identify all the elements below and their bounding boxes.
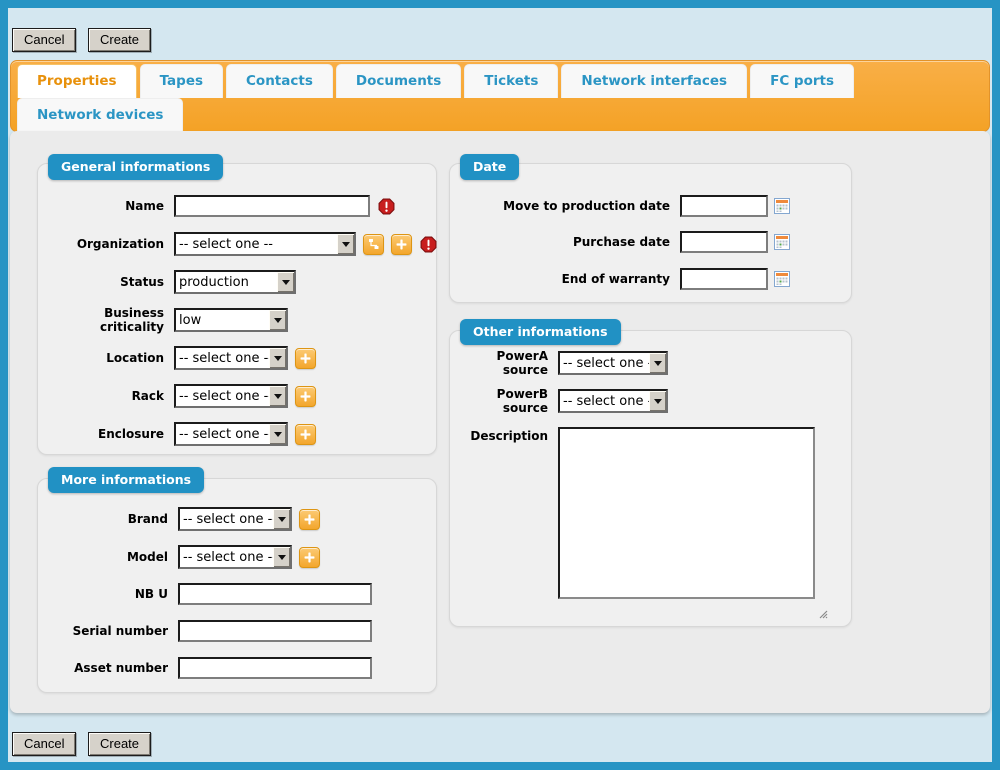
status-select[interactable]: production xyxy=(174,270,296,294)
tab-tickets[interactable]: Tickets xyxy=(464,64,558,98)
location-select[interactable]: -- select one -- xyxy=(174,346,288,370)
chevron-down-icon xyxy=(337,234,354,254)
section-title-general: General informations xyxy=(48,154,223,180)
section-title-other: Other informations xyxy=(460,319,621,345)
rack-add-button[interactable] xyxy=(295,386,316,407)
date-fieldset: Date Move to production date Purchase da… xyxy=(449,163,852,303)
plus-icon xyxy=(300,353,311,364)
chevron-down-icon xyxy=(269,424,286,444)
calendar-icon xyxy=(774,271,790,287)
location-add-button[interactable] xyxy=(295,348,316,369)
location-label: Location xyxy=(46,351,164,365)
rack-select[interactable]: -- select one -- xyxy=(174,384,288,408)
powerb-source-select[interactable]: -- select one -- xyxy=(558,389,668,413)
model-label: Model xyxy=(46,550,168,564)
create-button-bottom[interactable]: Create xyxy=(88,732,151,756)
tab-documents[interactable]: Documents xyxy=(336,64,461,98)
plus-icon xyxy=(300,391,311,402)
status-label: Status xyxy=(46,275,164,289)
tab-properties[interactable]: Properties xyxy=(17,64,137,98)
general-informations-fieldset: General informations Name Organization -… xyxy=(37,163,437,455)
calendar-icon xyxy=(774,198,790,214)
brand-select[interactable]: -- select one -- xyxy=(178,507,292,531)
model-add-button[interactable] xyxy=(299,547,320,568)
chevron-down-icon xyxy=(277,272,294,292)
name-input[interactable] xyxy=(174,195,370,217)
application-window: Cancel Create Properties Tapes Contacts … xyxy=(0,0,1000,770)
tab-network-interfaces[interactable]: Network interfaces xyxy=(561,64,747,98)
tab-bar: Properties Tapes Contacts Documents Tick… xyxy=(10,60,990,132)
chevron-down-icon xyxy=(269,386,286,406)
brand-add-button[interactable] xyxy=(299,509,320,530)
tab-content-panel: General informations Name Organization -… xyxy=(10,131,990,713)
chevron-down-icon xyxy=(269,348,286,368)
resize-grip-icon[interactable] xyxy=(819,604,828,623)
organization-select[interactable]: -- select one -- xyxy=(174,232,356,256)
tab-fc-ports[interactable]: FC ports xyxy=(750,64,854,98)
section-title-more: More informations xyxy=(48,467,204,493)
create-button-top[interactable]: Create xyxy=(88,28,151,52)
mandatory-icon xyxy=(378,198,395,215)
rack-label: Rack xyxy=(46,389,164,403)
org-hierarchy-icon xyxy=(368,238,380,250)
mandatory-icon xyxy=(420,236,437,253)
powerb-source-label: PowerB source xyxy=(458,387,548,415)
description-label: Description xyxy=(458,427,548,443)
plus-icon xyxy=(396,239,407,250)
chevron-down-icon xyxy=(269,310,286,330)
powera-source-select[interactable]: -- select one -- xyxy=(558,351,668,375)
tab-contacts[interactable]: Contacts xyxy=(226,64,333,98)
end-of-warranty-date-picker-button[interactable] xyxy=(774,271,790,287)
enclosure-add-button[interactable] xyxy=(295,424,316,445)
organization-add-button[interactable] xyxy=(391,234,412,255)
nb-u-input[interactable] xyxy=(178,583,372,605)
calendar-icon xyxy=(774,234,790,250)
section-title-date: Date xyxy=(460,154,519,180)
organization-hierarchy-button[interactable] xyxy=(363,234,384,255)
purchase-date-input[interactable] xyxy=(680,231,768,253)
name-label: Name xyxy=(46,199,164,213)
serial-number-label: Serial number xyxy=(46,624,168,638)
enclosure-label: Enclosure xyxy=(46,427,164,441)
brand-label: Brand xyxy=(46,512,168,526)
chevron-down-icon xyxy=(273,547,290,567)
nb-u-label: NB U xyxy=(46,587,168,601)
plus-icon xyxy=(300,429,311,440)
purchase-date-picker-button[interactable] xyxy=(774,234,790,250)
move-to-production-date-picker-button[interactable] xyxy=(774,198,790,214)
serial-number-input[interactable] xyxy=(178,620,372,642)
more-informations-fieldset: More informations Brand -- select one --… xyxy=(37,478,437,693)
chevron-down-icon xyxy=(649,391,666,411)
cancel-button-bottom[interactable]: Cancel xyxy=(12,732,76,756)
asset-number-label: Asset number xyxy=(46,661,168,675)
business-criticality-select[interactable]: low xyxy=(174,308,288,332)
asset-number-input[interactable] xyxy=(178,657,372,679)
enclosure-select[interactable]: -- select one -- xyxy=(174,422,288,446)
end-of-warranty-label: End of warranty xyxy=(458,272,670,286)
move-to-production-date-label: Move to production date xyxy=(458,199,670,213)
tab-tapes[interactable]: Tapes xyxy=(140,64,223,98)
tab-network-devices[interactable]: Network devices xyxy=(17,98,183,132)
model-select[interactable]: -- select one -- xyxy=(178,545,292,569)
cancel-button-top[interactable]: Cancel xyxy=(12,28,76,52)
chevron-down-icon xyxy=(273,509,290,529)
powera-source-label: PowerA source xyxy=(458,349,548,377)
move-to-production-date-input[interactable] xyxy=(680,195,768,217)
end-of-warranty-input[interactable] xyxy=(680,268,768,290)
organization-label: Organization xyxy=(46,237,164,251)
purchase-date-label: Purchase date xyxy=(458,235,670,249)
chevron-down-icon xyxy=(649,353,666,373)
business-criticality-label: Business criticality xyxy=(46,306,164,334)
plus-icon xyxy=(304,514,315,525)
description-textarea[interactable] xyxy=(558,427,815,599)
other-informations-fieldset: Other informations PowerA source -- sele… xyxy=(449,330,852,627)
plus-icon xyxy=(304,552,315,563)
